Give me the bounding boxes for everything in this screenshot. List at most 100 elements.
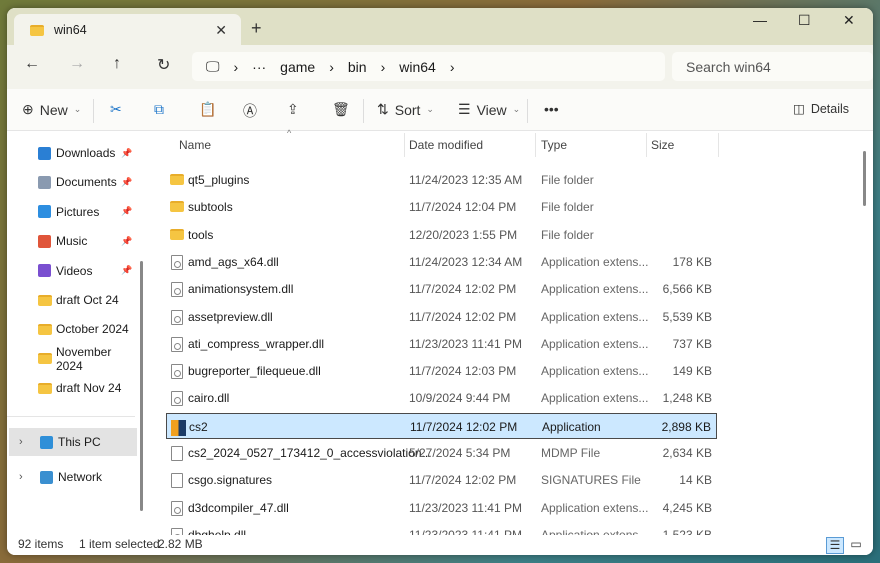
sidebar-item-pictures[interactable]: Pictures 📌 (7, 198, 135, 226)
sidebar-item-draft-oct-24[interactable]: draft Oct 24 (7, 286, 135, 314)
copy-icon: ⧉ (154, 101, 164, 117)
file-row[interactable]: bugreporter_filequeue.dll 11/7/2024 12:03… (166, 358, 717, 384)
file-date: 11/23/2023 11:41 PM (409, 500, 522, 515)
column-name[interactable]: Name (179, 138, 211, 152)
more-options-button[interactable]: ••• (544, 101, 559, 117)
sidebar-item-october-2024[interactable]: October 2024 (7, 315, 135, 343)
folder-icon (38, 323, 52, 335)
maximize-button[interactable]: ☐ (798, 12, 811, 29)
chevron-icon[interactable]: › (234, 59, 239, 75)
file-row[interactable]: assetpreview.dll 11/7/2024 12:02 PM Applic… (166, 304, 717, 330)
cut-button[interactable]: ✂ (110, 101, 122, 118)
divider[interactable] (535, 133, 536, 157)
selection-size: 2.82 MB (158, 537, 203, 551)
this-pc-icon[interactable]: 🖵 (206, 58, 220, 75)
tab-win64[interactable]: win64 ✕ (14, 14, 241, 46)
file-type: MDMP File (541, 446, 601, 460)
rename-button[interactable]: Ⓐ (243, 101, 257, 121)
chevron-icon[interactable]: › (329, 59, 334, 75)
new-button[interactable]: ⊕ New ⌄ (22, 101, 81, 118)
divider (527, 99, 528, 123)
file-size: 2,898 KB (661, 419, 711, 434)
details-pane-icon: ◫ (793, 102, 805, 116)
forward-button[interactable]: → (69, 55, 85, 73)
divider[interactable] (404, 133, 405, 157)
view-button[interactable]: ☰ View ⌄ (458, 101, 520, 118)
new-tab-button[interactable]: + (251, 18, 262, 39)
breadcrumb-overflow[interactable]: ··· (252, 59, 266, 75)
tiles-view-button[interactable]: ▭ (847, 537, 865, 554)
pin-icon: 📌 (121, 147, 133, 158)
view-label: View (476, 101, 507, 118)
expand-chevron-icon[interactable]: › (19, 471, 23, 483)
file-row[interactable]: amd_ags_x64.dll 11/24/2023 12:34 AM Applic… (166, 249, 717, 275)
clipboard-icon: 📋 (199, 101, 217, 117)
file-type: File folder (541, 227, 594, 242)
network-icon (40, 470, 53, 484)
details-pane-button[interactable]: ◫ Details (793, 101, 849, 117)
file-type: SIGNATURES File (541, 473, 641, 488)
file-row[interactable]: cs2_2024_0527_173412_0_accessviolation..… (166, 440, 717, 466)
refresh-button[interactable]: ↻ (157, 55, 170, 75)
file-size: 2,634 KB (662, 446, 712, 460)
sidebar-item-documents[interactable]: Documents 📌 (7, 168, 135, 196)
file-size: 5,539 KB (662, 309, 712, 324)
sidebar-item-label: This PC (58, 435, 101, 449)
back-button[interactable]: ← (24, 55, 40, 73)
sidebar-scrollbar[interactable] (140, 261, 143, 511)
sidebar-item-downloads[interactable]: Downloads 📌 (7, 139, 135, 167)
file-name: cairo.dll (188, 391, 230, 406)
divider[interactable] (646, 133, 647, 157)
computer-icon (40, 435, 53, 449)
sidebar-item-network[interactable]: › Network (9, 463, 137, 491)
sidebar-item-this-pc[interactable]: › This PC (9, 428, 137, 456)
paste-button[interactable]: 📋 (199, 101, 216, 118)
divider[interactable] (718, 133, 719, 157)
divider (363, 99, 364, 123)
breadcrumb-bin[interactable]: bin (348, 59, 367, 75)
sidebar-item-draft-nov-24[interactable]: draft Nov 24 (7, 374, 135, 402)
file-row[interactable]: qt5_plugins 11/24/2023 12:35 AM File folde… (166, 167, 717, 193)
file-row[interactable]: cairo.dll 10/9/2024 9:44 PM Application ex… (166, 385, 717, 411)
file-size: 4,245 KB (662, 500, 712, 515)
search-input[interactable]: Search win64 (672, 52, 873, 81)
file-row[interactable]: csgo.signatures 11/7/2024 12:02 PM SIGNATU… (166, 467, 717, 493)
column-size[interactable]: Size (651, 138, 674, 152)
file-row[interactable]: subtools 11/7/2024 12:04 PM File folder (166, 194, 717, 220)
chevron-icon[interactable]: › (450, 59, 455, 75)
details-view-button[interactable]: ☰ (826, 537, 844, 554)
scissors-icon: ✂ (110, 101, 122, 117)
breadcrumb-win64[interactable]: win64 (399, 59, 436, 75)
sidebar-item-music[interactable]: Music 📌 (7, 227, 135, 255)
new-label: New (39, 101, 68, 118)
file-size: 737 KB (672, 336, 712, 351)
copy-button[interactable]: ⧉ (154, 101, 164, 118)
sidebar-item-videos[interactable]: Videos 📌 (7, 257, 135, 285)
vertical-scrollbar[interactable] (863, 151, 866, 206)
file-row[interactable]: ati_compress_wrapper.dll 11/23/2023 11:41… (166, 331, 717, 357)
view-icon: ☰ (458, 101, 471, 117)
column-type[interactable]: Type (541, 138, 567, 152)
file-row[interactable]: cs2 11/7/2024 12:02 PM Application 2,898 KB (166, 412, 717, 439)
column-date-modified[interactable]: Date modified (409, 138, 483, 152)
tab-title: win64 (54, 23, 87, 37)
file-row[interactable]: tools 12/20/2023 1:55 PM File folder (166, 222, 717, 248)
sidebar-item-november-2024[interactable]: November 2024 (7, 345, 135, 373)
share-button[interactable]: ⇪ (287, 101, 299, 118)
chevron-icon[interactable]: › (381, 59, 386, 75)
sort-button[interactable]: ⇅ Sort ⌄ (377, 101, 434, 118)
delete-button[interactable]: 🗑 (332, 101, 350, 118)
breadcrumb-game[interactable]: game (280, 59, 315, 75)
close-tab-button[interactable]: ✕ (215, 22, 227, 39)
close-window-button[interactable]: ✕ (843, 12, 855, 29)
file-name: bugreporter_filequeue.dll (188, 364, 321, 379)
minimize-button[interactable]: — (753, 12, 767, 28)
file-row[interactable]: animationsystem.dll 11/7/2024 12:02 PM App… (166, 276, 717, 302)
breadcrumb[interactable]: 🖵 › ··· game › bin › win64 › (192, 52, 665, 81)
up-button[interactable]: ↑ (113, 55, 121, 73)
file-type: Application extens... (541, 282, 649, 297)
command-bar: ⊕ New ⌄ ✂ ⧉ 📋 Ⓐ ⇪ 🗑 ⇅ Sort ⌄ ☰ View ⌄ ••• ◫ Det… (7, 89, 873, 131)
file-row[interactable]: d3dcompiler_47.dll 11/23/2023 11:41 PM App… (166, 495, 717, 521)
expand-chevron-icon[interactable]: › (19, 436, 23, 448)
folder-icon (30, 24, 44, 36)
